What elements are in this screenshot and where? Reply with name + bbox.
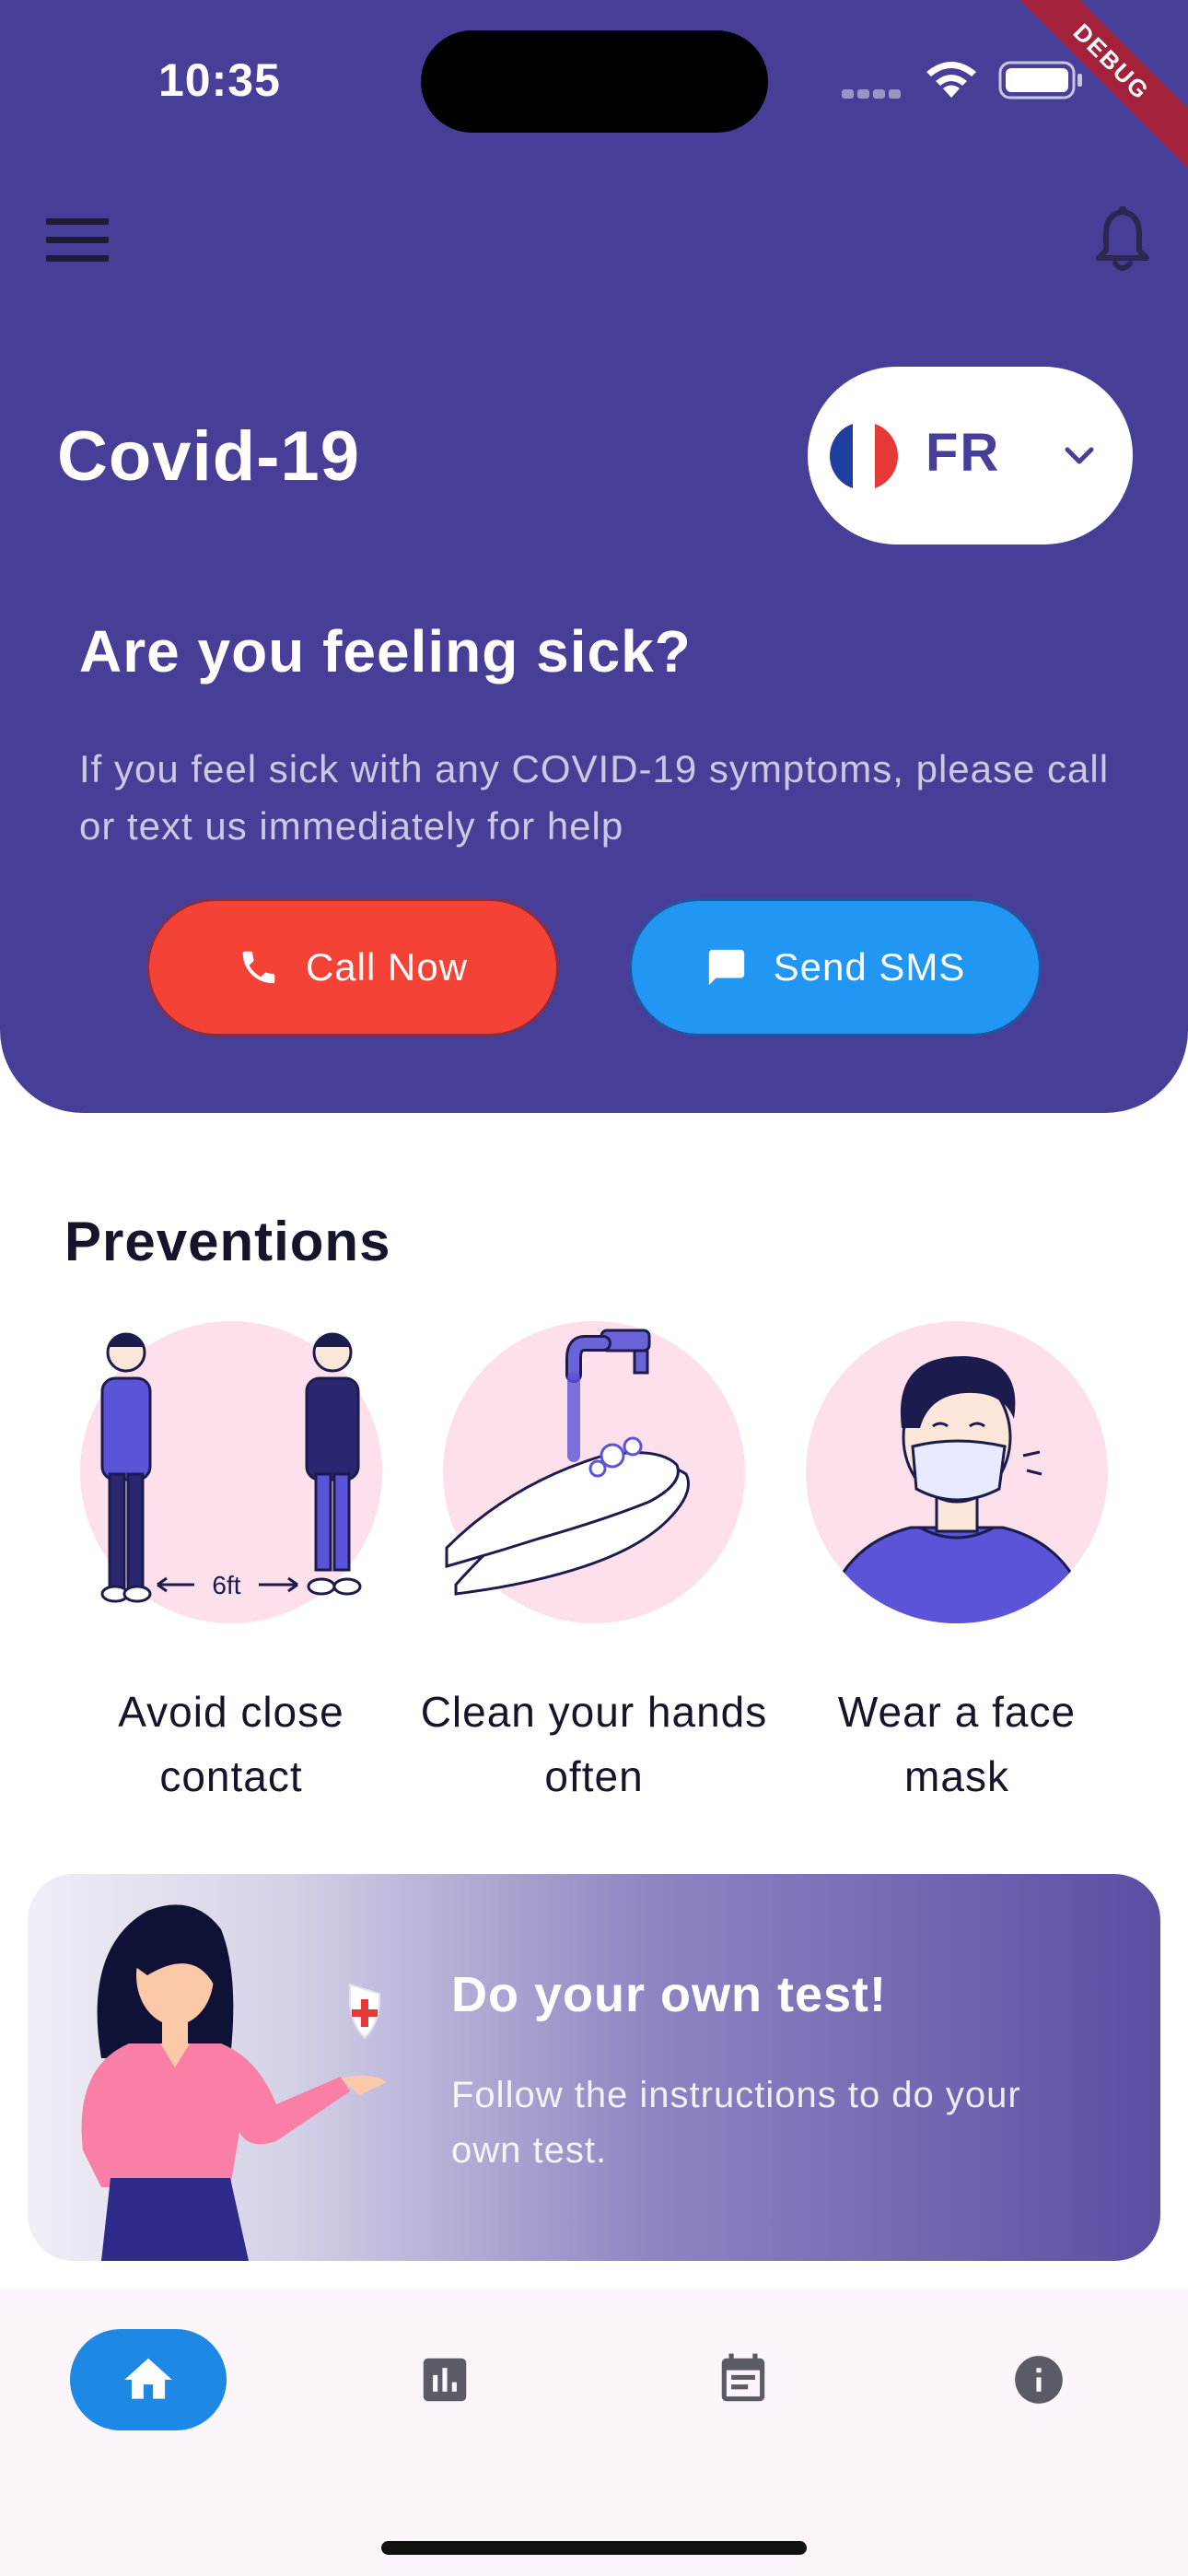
preventions-title: Preventions bbox=[64, 1211, 391, 1272]
hero-header: 10:35 DEBUG Covid-19 FR Are you feeling … bbox=[0, 0, 1188, 1113]
dynamic-island bbox=[421, 30, 768, 133]
call-now-button[interactable]: Call Now bbox=[146, 898, 559, 1036]
app-title: Covid-19 bbox=[57, 417, 360, 496]
language-code: FR bbox=[926, 423, 1001, 483]
language-select[interactable]: FR bbox=[808, 367, 1133, 544]
face-mask-illustration bbox=[806, 1321, 1108, 1623]
phone-icon bbox=[242, 951, 275, 984]
sick-description: If you feel sick with any COVID-19 sympt… bbox=[79, 747, 1110, 848]
nav-home[interactable] bbox=[70, 2329, 227, 2430]
prevention-label: Avoid close contact bbox=[118, 1688, 344, 1800]
bottom-navigation bbox=[0, 2289, 1188, 2576]
menu-icon[interactable] bbox=[46, 218, 109, 264]
prevention-label: Clean your hands often bbox=[420, 1688, 768, 1800]
status-time: 10:35 bbox=[158, 54, 281, 106]
info-icon bbox=[1015, 2356, 1063, 2404]
bar-chart-icon bbox=[423, 2358, 467, 2402]
prevention-item-avoid-contact: 6ft Avoid close contact bbox=[56, 1317, 406, 1809]
prevention-label: Wear a face mask bbox=[837, 1688, 1077, 1800]
own-test-banner[interactable]: Do your own test! Follow the instruction… bbox=[28, 1874, 1160, 2261]
send-sms-label: Send SMS bbox=[773, 945, 966, 989]
home-indicator bbox=[381, 2541, 807, 2555]
wifi-icon bbox=[926, 62, 976, 98]
call-now-label: Call Now bbox=[305, 945, 469, 989]
nav-info[interactable] bbox=[961, 2329, 1117, 2430]
prevention-item-face-mask: Wear a face mask bbox=[782, 1317, 1132, 1809]
home-icon bbox=[124, 2358, 172, 2399]
france-flag-icon bbox=[830, 422, 898, 490]
calendar-icon bbox=[721, 2353, 765, 2402]
message-icon bbox=[708, 949, 744, 986]
hand-washing-illustration bbox=[443, 1321, 745, 1623]
test-description: Follow the instructions to do your own t… bbox=[451, 2075, 1021, 2171]
nav-statistics[interactable] bbox=[367, 2329, 523, 2430]
bell-icon[interactable] bbox=[1090, 205, 1155, 278]
prevention-item-clean-hands: Clean your hands often bbox=[419, 1317, 769, 1809]
chevron-down-icon bbox=[1065, 447, 1094, 464]
sick-heading: Are you feeling sick? bbox=[79, 618, 692, 685]
send-sms-button[interactable]: Send SMS bbox=[629, 898, 1042, 1036]
test-title: Do your own test! bbox=[451, 1967, 887, 2022]
nurse-illustration bbox=[81, 1904, 387, 2261]
svg-text:6ft: 6ft bbox=[212, 1571, 240, 1599]
nav-calendar[interactable] bbox=[665, 2329, 821, 2430]
social-distance-illustration: 6ft bbox=[80, 1321, 382, 1623]
battery-icon bbox=[998, 61, 1082, 100]
signal-icon bbox=[842, 87, 904, 100]
